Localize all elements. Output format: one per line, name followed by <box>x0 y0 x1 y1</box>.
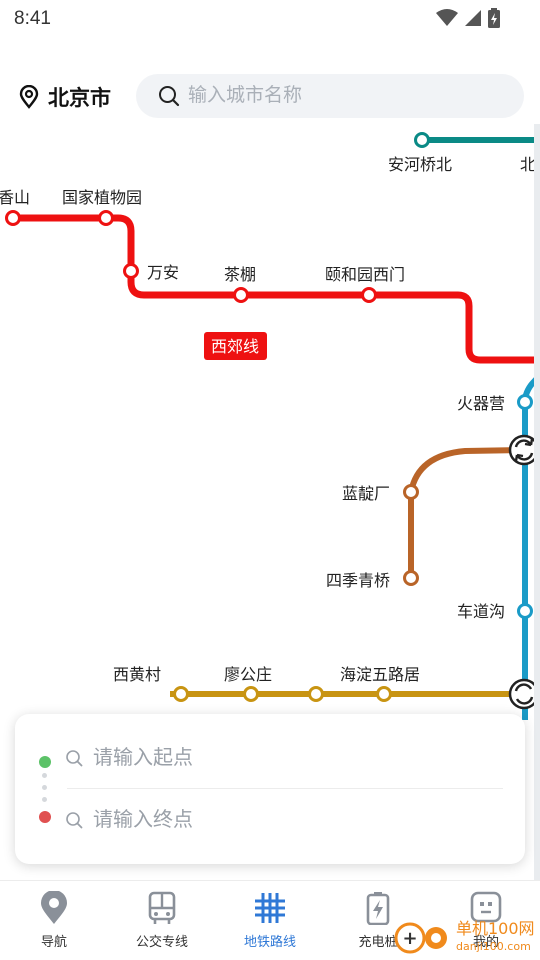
station-chedaogou-marker <box>517 603 533 619</box>
station-xiangshan-marker <box>5 210 21 226</box>
station-label-zhiwuyuan[interactable]: 国家植物园 <box>62 189 142 207</box>
wifi-icon <box>436 9 458 26</box>
location-pin-icon <box>41 891 67 924</box>
station-xihuangcun-marker <box>173 686 189 702</box>
line-badge-xijiao[interactable]: 西郊线 <box>211 338 259 356</box>
station-yiheyuan-marker <box>361 287 377 303</box>
map-scroll-strip <box>534 124 540 880</box>
line-brown-track <box>408 447 524 578</box>
station-label-anheqiaobei[interactable]: 安河桥北 <box>388 156 452 174</box>
station-label-wanan[interactable]: 万安 <box>147 264 179 282</box>
location-pin-icon <box>19 85 39 109</box>
subway-grid-icon <box>255 893 285 923</box>
station-label-huoqiying[interactable]: 火器营 <box>457 395 505 413</box>
station-sijiqingqiao-marker <box>403 570 419 586</box>
station-landianchang-marker <box>403 484 419 500</box>
station-label-haidianwulu[interactable]: 海淀五路居 <box>340 666 420 684</box>
station-label-xiangshan[interactable]: 香山 <box>0 189 30 207</box>
route-planner-card <box>15 714 525 864</box>
city-search-box[interactable] <box>136 74 524 118</box>
station-label-chedaogou[interactable]: 车道沟 <box>457 603 505 621</box>
watermark-url: danji100.com <box>456 940 531 953</box>
city-name: 北京市 <box>48 87 111 110</box>
station-label-xihuangcun[interactable]: 西黄村 <box>113 666 161 684</box>
charging-icon <box>366 892 390 925</box>
start-input[interactable] <box>93 746 473 770</box>
station-huoqiying-marker <box>517 394 533 410</box>
search-icon <box>66 750 83 767</box>
header: 北京市 <box>0 70 540 120</box>
station-label-landianchang[interactable]: 蓝靛厂 <box>342 485 390 503</box>
station-label-yiheyuan[interactable]: 颐和园西门 <box>325 266 405 284</box>
battery-icon <box>488 8 500 28</box>
route-divider <box>67 788 503 789</box>
city-search-input[interactable] <box>188 85 508 107</box>
status-icons <box>436 8 500 28</box>
station-anheqiaobei-marker <box>414 132 430 148</box>
station-wanan-marker <box>123 263 139 279</box>
station-liaogongzhuang-marker <box>243 686 259 702</box>
station-haidianwulu-marker <box>376 686 392 702</box>
station-label-sijiqingqiao[interactable]: 四季青桥 <box>326 572 390 590</box>
bus-icon <box>148 891 176 924</box>
tab-label: 地铁路线 <box>243 934 296 949</box>
start-field[interactable] <box>65 736 505 780</box>
station-label-chapeng[interactable]: 茶棚 <box>224 266 256 284</box>
city-selector[interactable]: 北京市 <box>18 82 111 112</box>
connector-dot <box>42 797 47 802</box>
status-time: 8:41 <box>14 8 51 29</box>
connector-dot <box>42 773 47 778</box>
station-zhiwuyuan-marker <box>98 210 114 226</box>
tab-label: 导航 <box>40 934 67 949</box>
station-chapeng-marker <box>233 287 249 303</box>
search-icon <box>159 86 180 107</box>
watermark-site: 单机100网 <box>456 919 535 938</box>
signal-icon <box>465 10 481 26</box>
connector-dot <box>42 785 47 790</box>
tab-bus[interactable]: 公交专线 <box>108 881 216 960</box>
tab-label: 公交专线 <box>135 934 188 949</box>
search-icon <box>66 812 83 829</box>
end-field[interactable] <box>65 798 505 842</box>
status-bar: 8:41 <box>0 0 540 40</box>
end-dot <box>39 811 51 823</box>
watermark-logo: + 单机100网 danji100.com <box>392 912 540 960</box>
start-dot <box>39 756 51 768</box>
svg-text:+: + <box>402 928 417 949</box>
tab-navigation[interactable]: 导航 <box>0 881 108 960</box>
line-xijiao-track <box>12 214 540 364</box>
station-unnamed-marker <box>308 686 324 702</box>
tab-subway[interactable]: 地铁路线 <box>216 881 324 960</box>
station-label-liaogongzhuang[interactable]: 廖公庄 <box>224 665 272 684</box>
end-input[interactable] <box>93 808 473 832</box>
